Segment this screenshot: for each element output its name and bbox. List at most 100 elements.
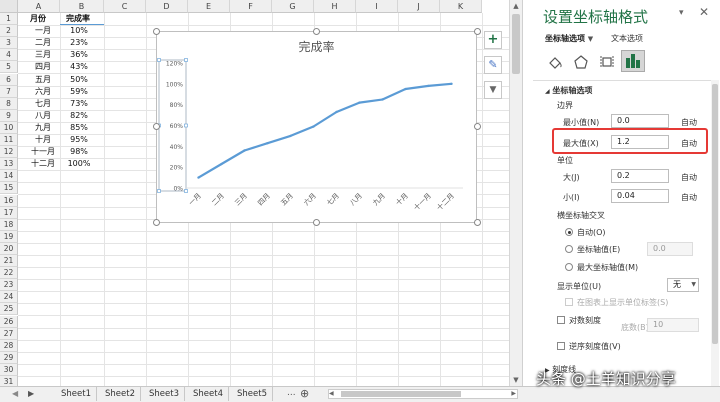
row-header[interactable]: 26 xyxy=(0,315,18,328)
table-cell-rate[interactable]: 43% xyxy=(62,61,96,73)
table-cell-rate[interactable]: 100% xyxy=(62,158,96,170)
row-header[interactable]: 21 xyxy=(0,255,18,267)
tab-text-options[interactable]: 文本选项 xyxy=(611,33,643,44)
sheet-tab[interactable]: Sheet2 xyxy=(100,387,141,401)
line-chart[interactable]: 完成率 0% 20% 40% 60% 80% 100% 120% 一月 二月 三月 四月 五月 六月 七月… xyxy=(156,31,477,223)
table-cell-month[interactable]: 五月 xyxy=(26,74,60,86)
column-header[interactable]: K xyxy=(440,0,482,13)
h-scroll-thumb[interactable] xyxy=(341,391,461,397)
data-point[interactable] xyxy=(427,84,430,88)
cross-max-label[interactable]: 最大坐标轴值(M) xyxy=(577,262,638,273)
cross-auto-radio[interactable] xyxy=(565,228,573,236)
row-header[interactable]: 5 xyxy=(0,61,18,74)
log-scale-label[interactable]: 对数刻度 xyxy=(569,315,601,326)
column-header[interactable]: F xyxy=(230,0,272,13)
show-units-label[interactable]: 在图表上显示单位标签(S) xyxy=(577,297,668,308)
resize-handle[interactable] xyxy=(313,28,320,35)
axis-selection-handle[interactable] xyxy=(157,189,161,193)
row-header[interactable]: 29 xyxy=(0,351,18,364)
display-units-select[interactable]: 无 ▼ xyxy=(667,278,699,292)
axis-selection-handle[interactable] xyxy=(184,189,188,193)
section-axis-options[interactable]: ◢ 坐标轴选项 xyxy=(545,85,592,96)
row-header[interactable]: 10 xyxy=(0,121,18,134)
data-point[interactable] xyxy=(266,142,269,145)
table-cell-rate[interactable]: 95% xyxy=(62,134,96,146)
row-header[interactable]: 30 xyxy=(0,363,18,376)
axis-options-icon[interactable] xyxy=(621,50,645,72)
row-header[interactable]: 14 xyxy=(0,170,18,183)
min-input[interactable]: 0.0 xyxy=(611,114,669,128)
axis-selection-handle[interactable] xyxy=(157,58,161,62)
column-header[interactable]: J xyxy=(398,0,440,13)
scroll-up-icon[interactable]: ▲ xyxy=(512,2,520,10)
data-point[interactable] xyxy=(450,82,453,86)
row-header[interactable]: 13 xyxy=(0,158,18,171)
minor-auto-button[interactable]: 自动 xyxy=(681,192,697,203)
row-header[interactable]: 24 xyxy=(0,291,18,304)
resize-handle[interactable] xyxy=(153,28,160,35)
row-header[interactable]: 17 xyxy=(0,206,18,219)
data-point[interactable] xyxy=(381,98,384,101)
resize-handle[interactable] xyxy=(474,123,481,130)
pane-options-icon[interactable]: ▾ xyxy=(679,8,684,18)
add-sheet-button[interactable]: ⊕ xyxy=(300,387,309,400)
chart-elements-button[interactable]: + xyxy=(484,31,502,49)
column-header[interactable]: D xyxy=(146,0,188,13)
table-cell-month[interactable]: 十月 xyxy=(26,134,60,146)
row-header[interactable]: 6 xyxy=(0,73,18,86)
reverse-label[interactable]: 逆序刻度值(V) xyxy=(569,341,621,352)
row-header[interactable]: 3 xyxy=(0,37,18,50)
scroll-thumb[interactable] xyxy=(512,14,520,74)
resize-handle[interactable] xyxy=(153,123,160,130)
cross-value-label[interactable]: 坐标轴值(E) xyxy=(577,244,620,255)
table-cell-month[interactable]: 四月 xyxy=(26,61,60,73)
row-header[interactable]: 31 xyxy=(0,376,18,386)
table-cell-month[interactable]: 九月 xyxy=(26,122,60,134)
resize-handle[interactable] xyxy=(474,219,481,226)
data-point[interactable] xyxy=(289,134,292,138)
row-header[interactable]: 18 xyxy=(0,218,18,231)
chart-styles-button[interactable]: ✎ xyxy=(484,56,502,74)
column-header[interactable]: A xyxy=(18,0,60,13)
row-header[interactable]: 19 xyxy=(0,230,18,243)
table-cell-month[interactable]: 二月 xyxy=(26,37,60,49)
table-cell-rate[interactable]: 98% xyxy=(62,146,96,158)
sheet-tab[interactable]: Sheet1 xyxy=(56,387,97,401)
log-base-input[interactable]: 10 xyxy=(647,318,699,332)
close-icon[interactable]: ✕ xyxy=(699,5,709,19)
row-header[interactable]: 15 xyxy=(0,182,18,195)
scroll-right-icon[interactable]: ▶ xyxy=(511,390,516,397)
row-header[interactable]: 20 xyxy=(0,242,18,255)
resize-handle[interactable] xyxy=(474,28,481,35)
row-header[interactable]: 25 xyxy=(0,303,18,316)
effects-icon[interactable] xyxy=(573,54,589,70)
series-line[interactable] xyxy=(197,82,452,179)
table-cell-month[interactable]: 八月 xyxy=(26,110,60,122)
scroll-down-icon[interactable]: ▼ xyxy=(512,376,520,384)
data-point[interactable] xyxy=(197,176,200,179)
resize-handle[interactable] xyxy=(153,219,160,226)
header-month[interactable]: 月份 xyxy=(30,13,46,25)
sheet-tab[interactable]: Sheet3 xyxy=(144,387,185,401)
column-header[interactable]: H xyxy=(314,0,356,13)
data-point[interactable] xyxy=(312,125,315,128)
scroll-left-icon[interactable]: ◀ xyxy=(329,390,334,397)
column-header[interactable]: I xyxy=(356,0,398,13)
data-point[interactable] xyxy=(335,110,338,114)
table-cell-month[interactable]: 六月 xyxy=(26,86,60,98)
table-cell-rate[interactable]: 23% xyxy=(62,37,96,49)
pane-scrollbar[interactable] xyxy=(711,80,719,386)
horizontal-scrollbar[interactable]: ◀ ▶ xyxy=(328,389,518,399)
row-header[interactable]: 27 xyxy=(0,327,18,340)
pane-scroll-thumb[interactable] xyxy=(712,84,718,344)
data-point[interactable] xyxy=(220,162,223,166)
sheet-tab[interactable]: Sheet4 xyxy=(188,387,229,401)
cross-auto-label[interactable]: 自动(O) xyxy=(577,227,606,238)
resize-handle[interactable] xyxy=(313,219,320,226)
log-scale-checkbox[interactable] xyxy=(557,316,565,324)
axis-selection-handle[interactable] xyxy=(184,123,188,128)
table-cell-rate[interactable]: 82% xyxy=(62,110,96,122)
select-all-corner[interactable] xyxy=(0,0,18,13)
column-header[interactable]: G xyxy=(272,0,314,13)
major-input[interactable]: 0.2 xyxy=(611,169,669,183)
